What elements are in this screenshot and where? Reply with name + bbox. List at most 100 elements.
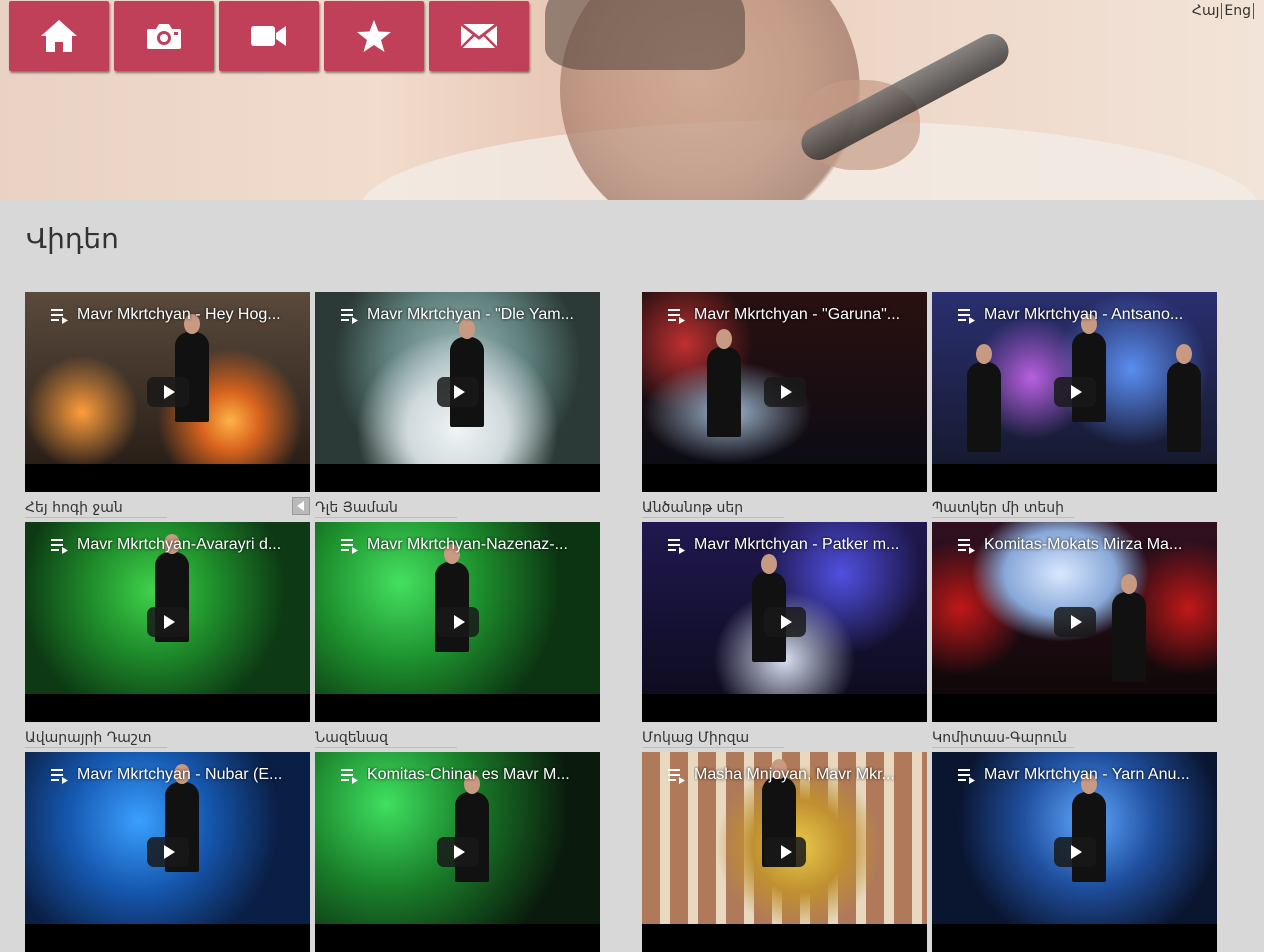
video-player[interactable]: Mavr Mkrtchyan - "Dle Yam... (315, 292, 600, 492)
nav-videos-button[interactable] (219, 1, 319, 71)
playlist-icon (341, 539, 358, 554)
hero-photo-hair (545, 0, 745, 70)
performer-figure (967, 344, 1001, 452)
playlist-icon (51, 539, 68, 554)
play-button-icon[interactable] (764, 607, 806, 637)
video-caption[interactable]: Դլե Յաման (315, 500, 457, 518)
video-player[interactable]: Masha Mnjoyan, Mavr Mkr... (642, 752, 927, 952)
video-caption[interactable]: Ավարայրի Դաշտ (25, 730, 167, 748)
video-title[interactable]: Masha Mnjoyan, Mavr Mkr... (694, 766, 919, 784)
play-button-icon[interactable] (437, 377, 479, 407)
nav-contact-button[interactable] (429, 1, 529, 71)
play-button-icon[interactable] (764, 837, 806, 867)
playlist-icon (958, 309, 975, 324)
video-item: Mavr Mkrtchyan-Nazenaz-... Նազենազ (315, 522, 600, 748)
playlist-icon (668, 769, 685, 784)
video-item: Mavr Mkrtchyan - "Dle Yam... Դլե Յաման (315, 292, 600, 518)
video-item: Mavr Mkrtchyan - Hey Hog... Հեյ հոգի ջան (25, 292, 310, 518)
star-icon (357, 20, 391, 52)
video-letterbox-bar (932, 924, 1217, 952)
main-nav (9, 1, 529, 71)
performer-figure (1112, 574, 1146, 682)
video-caption[interactable]: Մոկաց Միրզա (642, 730, 784, 748)
video-player[interactable]: Mavr Mkrtchyan - "Garuna"... (642, 292, 927, 492)
play-button-icon[interactable] (437, 837, 479, 867)
nav-home-button[interactable] (9, 1, 109, 71)
video-player[interactable]: Mavr Mkrtchyan - Hey Hog... (25, 292, 310, 492)
video-caption[interactable]: Հեյ հոգի ջան (25, 500, 167, 518)
performer-figure (1167, 344, 1201, 452)
video-letterbox-bar (932, 694, 1217, 722)
video-letterbox-bar (315, 694, 600, 722)
video-title[interactable]: Mavr Mkrtchyan - "Garuna"... (694, 306, 919, 324)
performer-figure (707, 329, 741, 437)
play-button-icon[interactable] (147, 837, 189, 867)
video-player[interactable]: Komitas-Mokats Mirza Ma... (932, 522, 1217, 722)
nav-favorites-button[interactable] (324, 1, 424, 71)
video-player[interactable]: Mavr Mkrtchyan - Nubar (E... (25, 752, 310, 952)
video-item: Mavr Mkrtchyan - Antsano... Պատկեր մի տես… (932, 292, 1217, 518)
video-player[interactable]: Mavr Mkrtchyan - Antsano... (932, 292, 1217, 492)
video-caption[interactable]: Կոմիտաս-Գարուն (932, 730, 1074, 748)
video-title[interactable]: Mavr Mkrtchyan - Yarn Anu... (984, 766, 1209, 784)
playlist-icon (341, 309, 358, 324)
language-english-link[interactable]: Eng (1222, 3, 1254, 19)
nav-photos-button[interactable] (114, 1, 214, 71)
video-caption[interactable]: Նազենազ (315, 730, 457, 748)
page-title: Վիդեո (26, 222, 119, 255)
video-item: Masha Mnjoyan, Mavr Mkr... (642, 752, 927, 952)
video-item: Mavr Mkrtchyan - "Garuna"... Անծանոթ սեր (642, 292, 927, 518)
video-item: Mavr Mkrtchyan-Avarayri d... Ավարայրի Դաշ… (25, 522, 310, 748)
play-button-icon[interactable] (147, 377, 189, 407)
video-item: Komitas-Mokats Mirza Ma... Կոմիտաս-Գարուն (932, 522, 1217, 748)
video-title[interactable]: Mavr Mkrtchyan - "Dle Yam... (367, 306, 592, 324)
video-item: Mavr Mkrtchyan - Patker m... Մոկաց Միրզա (642, 522, 927, 748)
playlist-icon (668, 309, 685, 324)
video-letterbox-bar (932, 464, 1217, 492)
home-icon (41, 20, 77, 52)
play-button-icon[interactable] (1054, 607, 1096, 637)
video-title[interactable]: Mavr Mkrtchyan - Patker m... (694, 536, 919, 554)
play-button-icon[interactable] (437, 607, 479, 637)
video-letterbox-bar (642, 924, 927, 952)
playlist-icon (668, 539, 685, 554)
video-letterbox-bar (315, 464, 600, 492)
play-button-icon[interactable] (764, 377, 806, 407)
video-player[interactable]: Komitas-Chinar es Mavr M... (315, 752, 600, 952)
video-caption[interactable]: Պատկեր մի տեսի (932, 500, 1074, 518)
video-title[interactable]: Mavr Mkrtchyan - Antsano... (984, 306, 1209, 324)
playlist-icon (51, 769, 68, 784)
video-title[interactable]: Mavr Mkrtchyan-Nazenaz-... (367, 536, 592, 554)
video-title[interactable]: Mavr Mkrtchyan - Hey Hog... (77, 306, 302, 324)
video-letterbox-bar (25, 694, 310, 722)
video-letterbox-bar (25, 464, 310, 492)
playlist-icon (51, 309, 68, 324)
video-player[interactable]: Mavr Mkrtchyan - Patker m... (642, 522, 927, 722)
video-letterbox-bar (642, 694, 927, 722)
video-letterbox-bar (25, 924, 310, 952)
play-button-icon[interactable] (147, 607, 189, 637)
previous-arrow-button[interactable] (292, 497, 310, 515)
playlist-icon (958, 769, 975, 784)
video-letterbox-bar (315, 924, 600, 952)
video-player[interactable]: Mavr Mkrtchyan-Nazenaz-... (315, 522, 600, 722)
video-title[interactable]: Mavr Mkrtchyan-Avarayri d... (77, 536, 302, 554)
play-button-icon[interactable] (1054, 377, 1096, 407)
language-armenian-link[interactable]: Հայ (1190, 3, 1223, 19)
video-camera-icon (251, 26, 286, 46)
video-item: Mavr Mkrtchyan - Nubar (E... (25, 752, 310, 952)
video-title[interactable]: Komitas-Mokats Mirza Ma... (984, 536, 1209, 554)
play-button-icon[interactable] (1054, 837, 1096, 867)
playlist-icon (341, 769, 358, 784)
video-caption[interactable]: Անծանոթ սեր (642, 500, 784, 518)
video-player[interactable]: Mavr Mkrtchyan - Yarn Anu... (932, 752, 1217, 952)
video-player[interactable]: Mavr Mkrtchyan-Avarayri d... (25, 522, 310, 722)
camera-icon (147, 24, 181, 49)
playlist-icon (958, 539, 975, 554)
video-title[interactable]: Mavr Mkrtchyan - Nubar (E... (77, 766, 302, 784)
video-letterbox-bar (642, 464, 927, 492)
envelope-icon (460, 22, 498, 49)
video-item: Komitas-Chinar es Mavr M... (315, 752, 600, 952)
language-switcher: Հայ Eng (1190, 3, 1254, 19)
video-title[interactable]: Komitas-Chinar es Mavr M... (367, 766, 592, 784)
